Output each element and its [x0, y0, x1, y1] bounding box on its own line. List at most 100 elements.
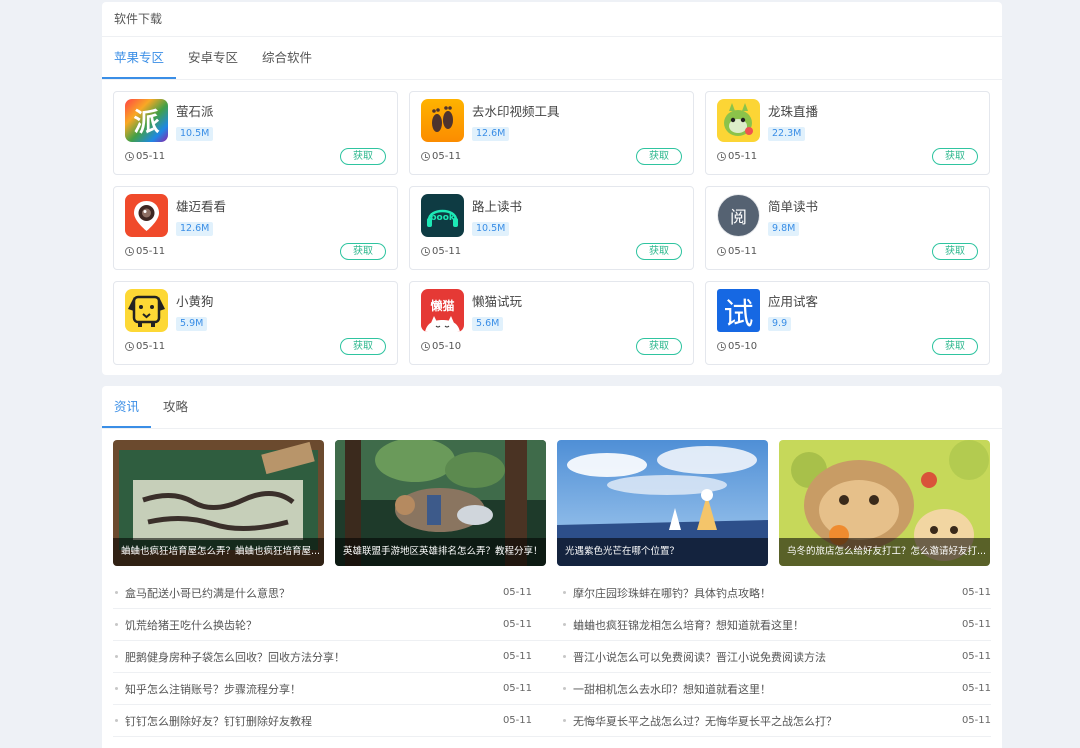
thumb-caption: 英雄联盟手游地区英雄排名怎么弄？教程分享！: [335, 538, 546, 566]
news-tabs: 资讯 攻略: [102, 386, 1002, 429]
app-card[interactable]: book 路上读书 10.5M 05-11 获取: [409, 186, 694, 270]
app-date: 05-11: [421, 246, 461, 257]
tab-news[interactable]: 资讯: [102, 386, 152, 428]
camera-lens-icon: [125, 194, 168, 237]
app-size-badge: 9.8M: [768, 222, 800, 236]
news-list: 盒马配送小哥已约满是什么意思？ 05-11 摩尔庄园珍珠蚌在哪钓？具体钓点攻略！ 0…: [113, 577, 991, 737]
list-item[interactable]: 摩尔庄园珍珠蚌在哪钓？具体钓点攻略！ 05-11: [552, 577, 991, 609]
app-name: 简单读书: [768, 199, 819, 214]
app-card[interactable]: 懒猫 懒猫试玩 5.6M 05-10 获取: [409, 281, 694, 365]
get-button[interactable]: 获取: [636, 243, 682, 260]
app-name: 萤石派: [176, 104, 214, 119]
bullet-dot: [115, 719, 118, 722]
thumb-caption: 光遇紫色光芒在哪个位置？: [557, 538, 768, 566]
app-card[interactable]: 派 萤石派 10.5M 05-11 获取: [113, 91, 398, 175]
panel-title: 软件下载: [102, 2, 1002, 37]
app-date: 05-11: [421, 151, 461, 162]
get-button[interactable]: 获取: [340, 338, 386, 355]
list-item[interactable]: 蛐蛐也疯狂锦龙相怎么培育？想知道就看这里！ 05-11: [552, 609, 991, 641]
book-headphones-icon: book: [421, 194, 464, 237]
clock-icon: [421, 342, 430, 351]
app-date: 05-10: [421, 341, 461, 352]
app-size-badge: 10.5M: [472, 222, 510, 236]
get-button[interactable]: 获取: [340, 148, 386, 165]
app-date: 05-11: [717, 151, 757, 162]
app-card[interactable]: 小黄狗 5.9M 05-11 获取: [113, 281, 398, 365]
list-item[interactable]: 无悔华夏长平之战怎么过？无悔华夏长平之战怎么打？ 05-11: [552, 705, 991, 737]
get-button[interactable]: 获取: [636, 338, 682, 355]
news-title: 肥鹅健身房种子袋怎么回收？回收方法分享！: [125, 650, 345, 664]
list-item[interactable]: 钉钉怎么删除好友？钉钉删除好友教程 05-11: [113, 705, 552, 737]
news-date: 05-11: [961, 715, 991, 726]
app-size-badge: 10.5M: [176, 127, 214, 141]
list-item[interactable]: 一甜相机怎么去水印？想知道就看这里！ 05-11: [552, 673, 991, 705]
app-grid: 派 萤石派 10.5M 05-11 获取 去水印视频工具 12.6M 05-11…: [113, 91, 991, 365]
news-date: 05-11: [502, 715, 532, 726]
app-name: 懒猫试玩: [472, 294, 523, 309]
yue-circle-icon: 阅: [717, 194, 760, 237]
news-title: 摩尔庄园珍珠蚌在哪钓？具体钓点攻略！: [573, 586, 771, 600]
bullet-dot: [563, 687, 566, 690]
clock-icon: [421, 152, 430, 161]
bullet-dot: [563, 623, 566, 626]
featured-thumbnails: 蛐蛐也疯狂培育屋怎么弄？蛐蛐也疯狂培育屋... 英雄联盟手游地区英雄排名怎么弄？…: [113, 440, 991, 566]
thumb-caption: 蛐蛐也疯狂培育屋怎么弄？蛐蛐也疯狂培育屋...: [113, 538, 324, 566]
app-name: 应用试客: [768, 294, 819, 309]
app-card[interactable]: 试 应用试客 9.9 05-10 获取: [705, 281, 990, 365]
software-download-panel: 软件下载 苹果专区 安卓专区 综合软件 派 萤石派 10.5M 05-11 获取: [102, 2, 1002, 375]
news-title: 钉钉怎么删除好友？钉钉删除好友教程: [125, 714, 312, 728]
get-button[interactable]: 获取: [932, 338, 978, 355]
app-size-badge: 5.9M: [176, 317, 208, 331]
clock-icon: [421, 247, 430, 256]
app-size-badge: 9.9: [768, 317, 792, 331]
app-size-badge: 22.3M: [768, 127, 806, 141]
featured-article[interactable]: 光遇紫色光芒在哪个位置？: [557, 440, 768, 566]
app-card[interactable]: 阅 简单读书 9.8M 05-11 获取: [705, 186, 990, 270]
list-item[interactable]: 肥鹅健身房种子袋怎么回收？回收方法分享！ 05-11: [113, 641, 552, 673]
app-card[interactable]: 雄迈看看 12.6M 05-11 获取: [113, 186, 398, 270]
bullet-dot: [563, 655, 566, 658]
get-button[interactable]: 获取: [636, 148, 682, 165]
bullet-dot: [563, 719, 566, 722]
bullet-dot: [563, 591, 566, 594]
lazy-cat-icon: 懒猫: [421, 289, 464, 332]
list-item[interactable]: 晋江小说怎么可以免费阅读？晋江小说免费阅读方法 05-11: [552, 641, 991, 673]
clock-icon: [125, 247, 134, 256]
software-tabs: 苹果专区 安卓专区 综合软件: [102, 37, 1002, 80]
tab-general[interactable]: 综合软件: [250, 37, 324, 79]
app-name: 小黄狗: [176, 294, 214, 309]
news-title: 盒马配送小哥已约满是什么意思？: [125, 586, 290, 600]
list-item[interactable]: 知乎怎么注销账号？步骤流程分享！ 05-11: [113, 673, 552, 705]
bullet-dot: [115, 655, 118, 658]
news-date: 05-11: [502, 587, 532, 598]
news-title: 饥荒给猪王吃什么换齿轮？: [125, 618, 257, 632]
news-title: 知乎怎么注销账号？步骤流程分享！: [125, 682, 301, 696]
clock-icon: [717, 247, 726, 256]
app-name: 去水印视频工具: [472, 104, 560, 119]
featured-article[interactable]: 英雄联盟手游地区英雄排名怎么弄？教程分享！: [335, 440, 546, 566]
list-item[interactable]: 饥荒给猪王吃什么换齿轮？ 05-11: [113, 609, 552, 641]
news-title: 一甜相机怎么去水印？想知道就看这里！: [573, 682, 771, 696]
app-date: 05-11: [125, 341, 165, 352]
tab-guides[interactable]: 攻略: [151, 386, 200, 428]
tab-android[interactable]: 安卓专区: [176, 37, 250, 79]
bullet-dot: [115, 591, 118, 594]
get-button[interactable]: 获取: [340, 243, 386, 260]
news-date: 05-11: [502, 683, 532, 694]
app-card[interactable]: 去水印视频工具 12.6M 05-11 获取: [409, 91, 694, 175]
bullet-dot: [115, 687, 118, 690]
get-button[interactable]: 获取: [932, 243, 978, 260]
clock-icon: [717, 342, 726, 351]
list-item[interactable]: 盒马配送小哥已约满是什么意思？ 05-11: [113, 577, 552, 609]
news-panel: 资讯 攻略 蛐蛐也疯狂培育屋怎么弄？蛐蛐也疯狂培育屋... 英雄联盟手游地区英雄…: [102, 386, 1002, 748]
get-button[interactable]: 获取: [932, 148, 978, 165]
app-name: 雄迈看看: [176, 199, 227, 214]
tab-apple[interactable]: 苹果专区: [102, 37, 177, 79]
app-card[interactable]: 龙珠直播 22.3M 05-11 获取: [705, 91, 990, 175]
news-date: 05-11: [961, 683, 991, 694]
featured-article[interactable]: 蛐蛐也疯狂培育屋怎么弄？蛐蛐也疯狂培育屋...: [113, 440, 324, 566]
featured-article[interactable]: 乌冬的旅店怎么给好友打工？怎么邀请好友打...: [779, 440, 990, 566]
news-title: 晋江小说怎么可以免费阅读？晋江小说免费阅读方法: [573, 650, 826, 664]
app-date: 05-11: [125, 246, 165, 257]
yellow-dog-icon: [125, 289, 168, 332]
